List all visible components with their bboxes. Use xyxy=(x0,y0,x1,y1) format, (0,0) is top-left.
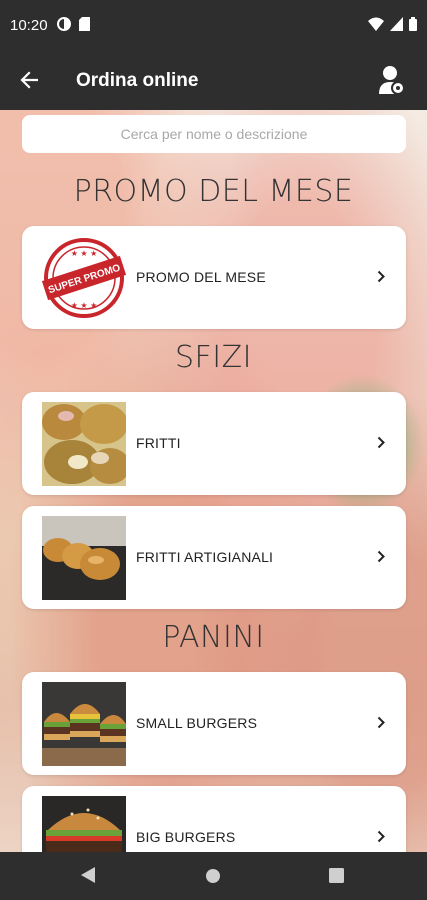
big-burger-photo xyxy=(42,796,126,852)
super-promo-stamp: SUPER PROMO ★ ★ ★ ★ ★ ★ xyxy=(42,236,126,320)
chevron-right-icon xyxy=(374,266,388,286)
chevron-right-icon xyxy=(374,712,388,732)
chevron-right-icon xyxy=(374,546,388,566)
chevron-right-icon xyxy=(374,826,388,846)
page-title: Ordina online xyxy=(76,70,199,91)
section-title-sfizi: SFIZI xyxy=(174,340,253,375)
app-bar: Ordina online xyxy=(0,52,427,110)
category-label: PROMO DEL MESE xyxy=(136,269,266,285)
sim-card-icon xyxy=(79,17,90,36)
category-card-fritti[interactable]: FRITTI xyxy=(22,392,406,495)
data-saver-icon xyxy=(57,17,71,36)
recents-square-icon[interactable] xyxy=(329,868,344,888)
section-title-promo: PROMO DEL MESE xyxy=(73,174,354,209)
croquettes-photo xyxy=(42,516,126,600)
wifi-icon xyxy=(368,17,384,36)
search-input[interactable] xyxy=(22,115,406,153)
category-label: SMALL BURGERS xyxy=(136,715,258,731)
search-box[interactable] xyxy=(22,115,406,153)
cell-signal-icon xyxy=(390,17,403,36)
category-card-promo-del-mese[interactable]: SUPER PROMO ★ ★ ★ ★ ★ ★ PROMO DEL MESE xyxy=(22,226,406,329)
menu-content[interactable]: PROMO DEL MESE SUPER PROMO ★ ★ ★ ★ ★ ★ P… xyxy=(0,110,427,852)
back-triangle-icon[interactable] xyxy=(80,866,96,889)
status-bar: 10:20 xyxy=(0,0,427,52)
category-label: FRITTI ARTIGIANALI xyxy=(136,549,274,565)
fried-snacks-photo xyxy=(42,402,126,486)
section-title-panini: PANINI xyxy=(162,620,265,655)
chevron-right-icon xyxy=(374,432,388,452)
category-card-small-burgers[interactable]: SMALL BURGERS xyxy=(22,672,406,775)
battery-icon xyxy=(409,17,417,36)
category-label: FRITTI xyxy=(136,435,181,451)
system-nav-bar xyxy=(0,852,427,900)
arrow-back-icon xyxy=(20,70,39,94)
small-burgers-photo xyxy=(42,682,126,766)
category-label: BIG BURGERS xyxy=(136,829,236,845)
back-button[interactable] xyxy=(14,67,44,97)
status-icons-left xyxy=(57,17,90,36)
account-settings-icon xyxy=(379,65,405,100)
category-card-fritti-artigianali[interactable]: FRITTI ARTIGIANALI xyxy=(22,506,406,609)
status-time: 10:20 xyxy=(10,17,48,34)
svg-text:★ ★ ★: ★ ★ ★ xyxy=(71,301,98,310)
category-card-big-burgers[interactable]: BIG BURGERS xyxy=(22,786,406,852)
status-icons-right xyxy=(368,17,417,36)
home-circle-icon[interactable] xyxy=(205,868,221,889)
account-button[interactable] xyxy=(375,65,409,99)
svg-text:★ ★ ★: ★ ★ ★ xyxy=(71,249,98,258)
